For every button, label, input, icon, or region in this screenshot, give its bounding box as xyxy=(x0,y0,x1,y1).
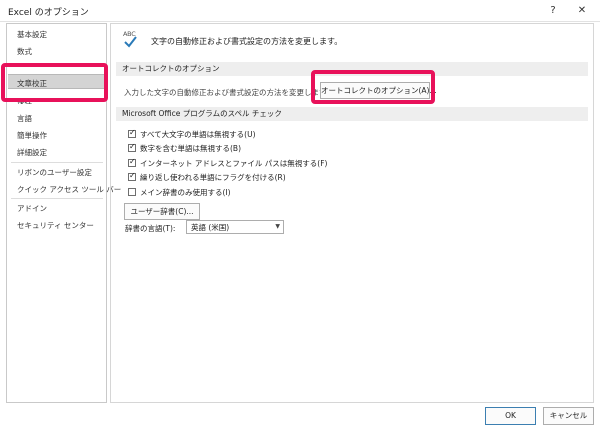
sidebar-item-quick-access-toolbar[interactable]: クイック アクセス ツール バー xyxy=(17,183,121,196)
dictionary-language-label: 辞書の言語(T): xyxy=(125,224,176,233)
sidebar-item-advanced[interactable]: 詳細設定 xyxy=(17,146,47,159)
sidebar-item-addins[interactable]: アドイン xyxy=(17,202,47,215)
sidebar-divider xyxy=(11,162,103,163)
ok-button[interactable]: OK xyxy=(485,407,536,425)
checkbox[interactable]: ✓ xyxy=(128,128,136,138)
cancel-button[interactable]: キャンセル xyxy=(543,407,594,425)
sidebar-item-general[interactable]: 基本設定 xyxy=(17,28,47,41)
checkmark-icon xyxy=(124,36,137,48)
help-button[interactable]: ? xyxy=(543,2,563,20)
checkmark-icon: ✓ xyxy=(129,157,136,166)
sidebar-item-customize-ribbon[interactable]: リボンのユーザー設定 xyxy=(17,166,92,179)
checkbox[interactable]: ✓ xyxy=(128,171,136,181)
close-button[interactable]: ✕ xyxy=(572,2,592,20)
page-header: 文字の自動修正および書式設定の方法を変更します。 xyxy=(151,37,343,46)
chevron-down-icon: ▼ xyxy=(275,223,280,230)
button-highlight-annotation xyxy=(311,70,435,104)
checkmark-icon: ✓ xyxy=(129,171,136,180)
sidebar-item-trust-center[interactable]: セキュリティ センター xyxy=(17,219,94,232)
custom-dictionaries-button[interactable]: ユーザー辞書(C)... xyxy=(124,203,200,220)
checkbox[interactable]: ✓ xyxy=(128,157,136,167)
window-title: Excel のオプション xyxy=(8,8,89,18)
checkmark-icon: ✓ xyxy=(129,142,136,151)
autocorrect-description: 入力した文字の自動修正および書式設定の方法を変更します: xyxy=(124,88,330,97)
sidebar-item-formulas[interactable]: 数式 xyxy=(17,45,32,58)
sidebar-divider xyxy=(11,198,103,199)
checkbox[interactable]: ✓ xyxy=(128,142,136,152)
spelling-section-header: Microsoft Office プログラムのスペル チェック xyxy=(116,107,588,121)
checkbox[interactable] xyxy=(128,188,136,196)
title-bar: Excel のオプション ? ✕ xyxy=(0,0,600,22)
nav-highlight-annotation xyxy=(1,63,108,102)
checkmark-icon: ✓ xyxy=(129,128,136,137)
options-dialog: Excel のオプション ? ✕ 基本設定 数式 文章校正 保存 言語 簡単操作… xyxy=(0,0,600,433)
dictionary-language-select[interactable]: 英語 (米国) ▼ xyxy=(186,220,284,234)
spelling-abc-icon: ABC xyxy=(123,30,145,50)
sidebar-item-ease-of-access[interactable]: 簡単操作 xyxy=(17,129,47,142)
sidebar-item-language[interactable]: 言語 xyxy=(17,112,32,125)
